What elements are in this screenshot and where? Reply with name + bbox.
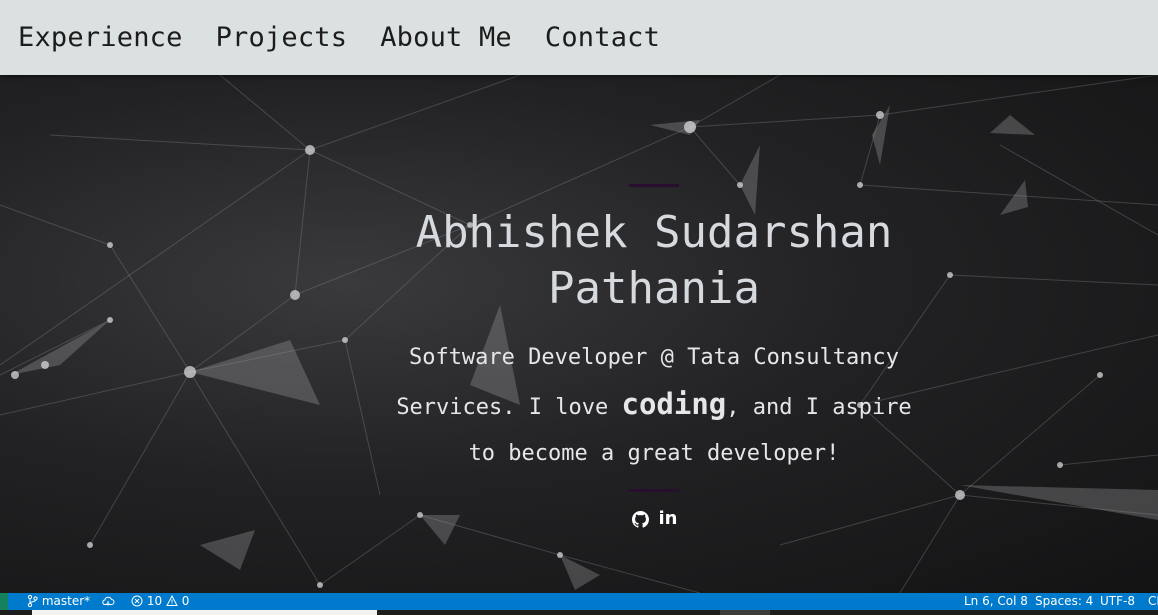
error-count: 10 <box>146 594 163 608</box>
top-divider <box>629 184 679 187</box>
encoding-status[interactable]: UTF-8 <box>1100 593 1135 610</box>
problems-status[interactable]: 10 0 <box>131 593 189 610</box>
hero-name-line1: Abhishek Sudarshan <box>415 207 893 258</box>
hero-tagline: Software Developer @ Tata Consultancy Se… <box>390 335 918 477</box>
taskbar-edge <box>0 610 1158 615</box>
git-branch-icon <box>27 594 38 608</box>
taskbar-segment-dark <box>720 610 770 615</box>
taskbar-segment-light <box>32 610 377 615</box>
hero-name-heading: Abhishek Sudarshan Pathania <box>380 205 928 317</box>
bottom-divider <box>629 489 679 492</box>
browser-viewport: Experience Projects About Me Contact Abh… <box>0 0 1158 615</box>
social-links: in <box>380 510 928 528</box>
linkedin-icon[interactable]: in <box>659 510 678 528</box>
nav-contact-link[interactable]: Contact <box>545 22 660 53</box>
eol-status[interactable]: CI <box>1148 593 1158 610</box>
cursor-position[interactable]: Ln 6, Col 8 <box>964 593 1028 610</box>
indentation-status[interactable]: Spaces: 4 <box>1035 593 1093 610</box>
hero-name-line2: Pathania <box>548 263 760 314</box>
github-icon[interactable] <box>631 510 649 528</box>
warning-icon <box>166 594 178 606</box>
vscode-status-bar: master* 10 0 Ln 6, Col 8 Spaces: 4 UTF-8… <box>0 593 1158 610</box>
sync-status[interactable] <box>101 593 115 610</box>
top-navbar: Experience Projects About Me Contact <box>0 0 1158 75</box>
warning-count: 0 <box>181 594 190 608</box>
nav-about-me-link[interactable]: About Me <box>380 22 512 53</box>
branch-status[interactable]: master* <box>27 593 90 610</box>
hero-content: Abhishek Sudarshan Pathania Software Dev… <box>380 75 928 528</box>
nav-experience-link[interactable]: Experience <box>18 22 183 53</box>
remote-indicator[interactable] <box>0 593 8 610</box>
cloud-sync-icon <box>102 596 115 606</box>
error-icon <box>131 595 143 607</box>
hero-section: Abhishek Sudarshan Pathania Software Dev… <box>0 75 1158 593</box>
tagline-emphasis: coding <box>621 387 727 421</box>
branch-name: master* <box>41 594 91 608</box>
nav-projects-link[interactable]: Projects <box>216 22 348 53</box>
